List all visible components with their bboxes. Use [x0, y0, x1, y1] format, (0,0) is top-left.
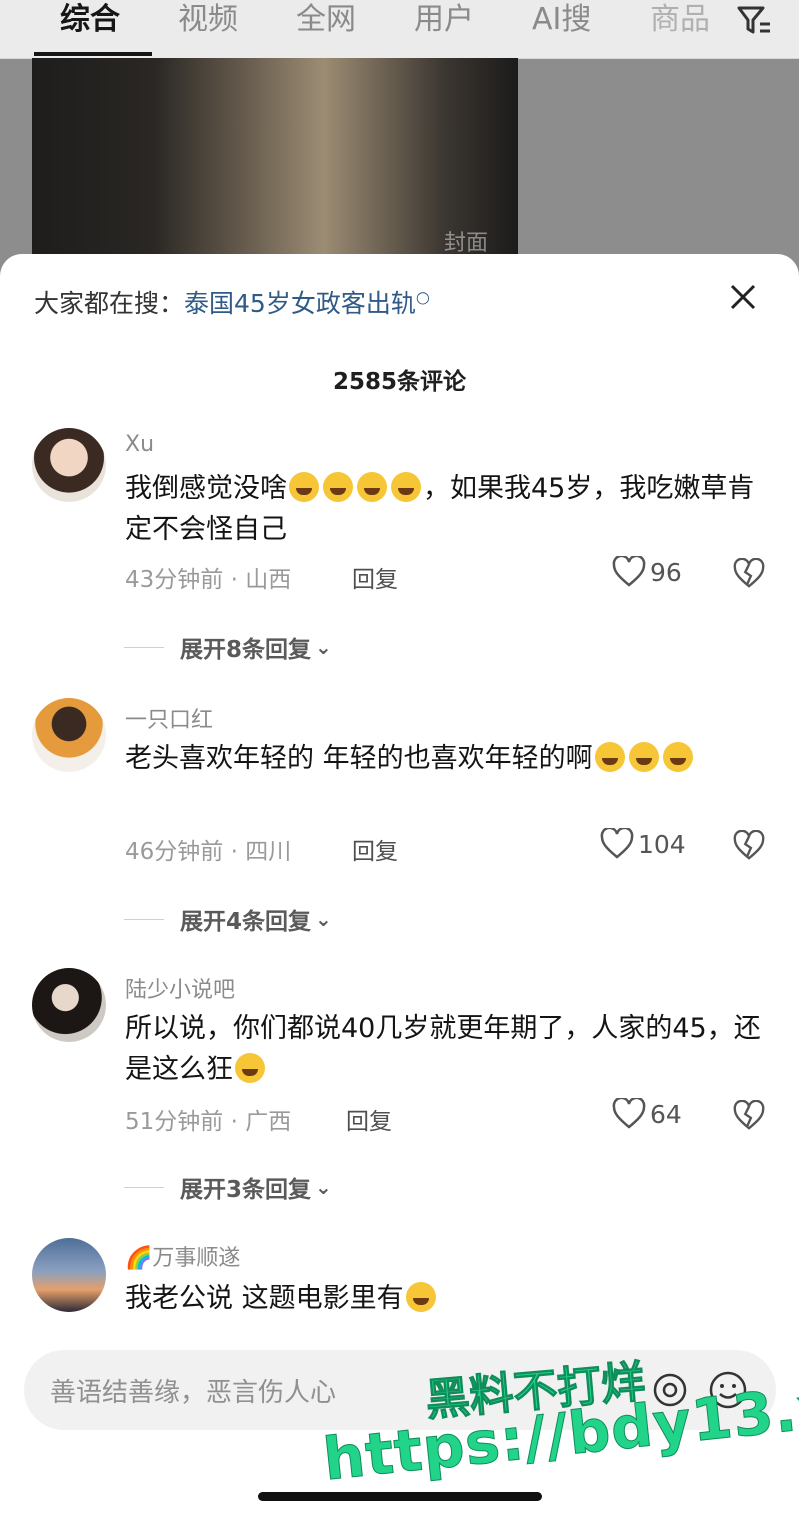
chevron-down-icon: ⌄	[315, 907, 332, 931]
heart-icon	[600, 828, 634, 859]
crying-laughing-emoji-icon	[357, 472, 387, 502]
like-button[interactable]: 64	[612, 1098, 682, 1130]
like-count: 104	[638, 829, 686, 859]
comment-text-part: 我倒感觉没啥	[125, 473, 287, 504]
active-tab-indicator	[34, 52, 152, 56]
broken-heart-icon[interactable]	[733, 1100, 765, 1132]
comment-sheet: 大家都在搜：泰国45岁女政客出轨○ 2585条评论 Xu 我倒感觉没啥 ，如果我4…	[0, 254, 799, 1519]
trending-prefix: 大家都在搜：	[34, 289, 185, 318]
expand-replies-label: 展开3条回复	[180, 1177, 312, 1203]
avatar[interactable]	[32, 968, 106, 1042]
rolling-laughing-emoji-icon	[594, 742, 625, 772]
comment-text: 我老公说 这题电影里有	[125, 1278, 765, 1319]
broken-heart-icon[interactable]	[733, 558, 765, 590]
comment-time-location: 43分钟前 · 山西	[125, 567, 292, 593]
avatar[interactable]	[32, 698, 106, 772]
chevron-down-icon: ⌄	[315, 1175, 332, 1199]
crying-laughing-emoji-icon	[289, 472, 319, 502]
divider	[124, 1186, 164, 1188]
expand-replies-button[interactable]: 展开8条回复 ⌄	[124, 630, 332, 664]
video-watermark: 封面	[443, 231, 488, 256]
tab-comprehensive[interactable]: 综合	[60, 0, 120, 58]
chevron-down-icon: ⌄	[315, 635, 332, 659]
tab-ai-search[interactable]: AI搜	[532, 0, 591, 58]
search-tabs-bar: 综合 视频 全网 用户 AI搜 商品	[0, 0, 799, 59]
comment-input-placeholder: 善语结善缘，恶言伤人心	[50, 1378, 337, 1408]
home-indicator	[258, 1492, 542, 1501]
username[interactable]: 🌈万事顺遂	[125, 1240, 240, 1272]
crying-laughing-emoji-icon	[391, 472, 421, 502]
like-count: 64	[650, 1099, 682, 1129]
like-button[interactable]: 96	[612, 556, 682, 588]
heart-icon	[612, 556, 646, 587]
comment-time-location: 51分钟前 · 广西	[125, 1109, 292, 1135]
rolling-laughing-emoji-icon	[235, 1053, 265, 1083]
expand-replies-label: 展开8条回复	[180, 637, 312, 663]
video-thumbnail[interactable]: 封面	[32, 58, 518, 263]
username[interactable]: Xu	[125, 432, 154, 457]
rolling-laughing-emoji-icon	[662, 742, 693, 772]
divider	[124, 918, 164, 920]
expand-replies-button[interactable]: 展开4条回复 ⌄	[124, 902, 332, 936]
expand-replies-button[interactable]: 展开3条回复 ⌄	[124, 1170, 332, 1204]
divider	[124, 646, 164, 648]
comment-text-part: 所以说，你们都说40几岁就更年期了，人家的45，还是这么狂	[125, 1013, 761, 1085]
reply-button[interactable]: 回复	[346, 1102, 392, 1136]
trending-search[interactable]: 大家都在搜：泰国45岁女政客出轨○	[34, 284, 430, 320]
username[interactable]: 陆少小说吧	[125, 972, 235, 1004]
comment-text: 我倒感觉没啥 ，如果我45岁，我吃嫩草肯定不会怪自己	[125, 468, 765, 550]
comment-text-part: 老头喜欢年轻的 年轻的也喜欢年轻的啊	[125, 743, 593, 774]
comment-text-part: 我老公说 这题电影里有	[125, 1283, 404, 1314]
tab-video[interactable]: 视频	[178, 0, 238, 58]
comment-time-location: 46分钟前 · 四川	[125, 839, 292, 865]
tab-web[interactable]: 全网	[296, 0, 356, 58]
avatar[interactable]	[32, 428, 106, 502]
reply-button[interactable]: 回复	[352, 560, 398, 594]
tab-users[interactable]: 用户	[414, 0, 474, 58]
broken-heart-icon[interactable]	[733, 830, 765, 862]
comment-count: 2585条评论	[332, 369, 466, 395]
filter-icon[interactable]	[736, 4, 772, 38]
tab-products[interactable]: 商品	[650, 0, 710, 58]
crying-laughing-emoji-icon	[323, 472, 353, 502]
rolling-laughing-emoji-icon	[628, 742, 659, 772]
avatar[interactable]	[32, 1238, 106, 1312]
search-icon: ○	[415, 287, 430, 307]
comment-text: 所以说，你们都说40几岁就更年期了，人家的45，还是这么狂	[125, 1008, 765, 1090]
close-icon[interactable]	[726, 280, 760, 314]
like-button[interactable]: 104	[600, 828, 686, 860]
reply-button[interactable]: 回复	[352, 832, 398, 866]
trending-query-link[interactable]: 泰国45岁女政客出轨	[184, 289, 416, 318]
shushing-emoji-icon	[405, 1282, 436, 1312]
comment-text: 老头喜欢年轻的 年轻的也喜欢年轻的啊	[125, 738, 765, 779]
username[interactable]: 一只口红	[125, 702, 213, 734]
expand-replies-label: 展开4条回复	[180, 909, 312, 935]
like-count: 96	[650, 557, 682, 587]
heart-icon	[612, 1098, 646, 1129]
